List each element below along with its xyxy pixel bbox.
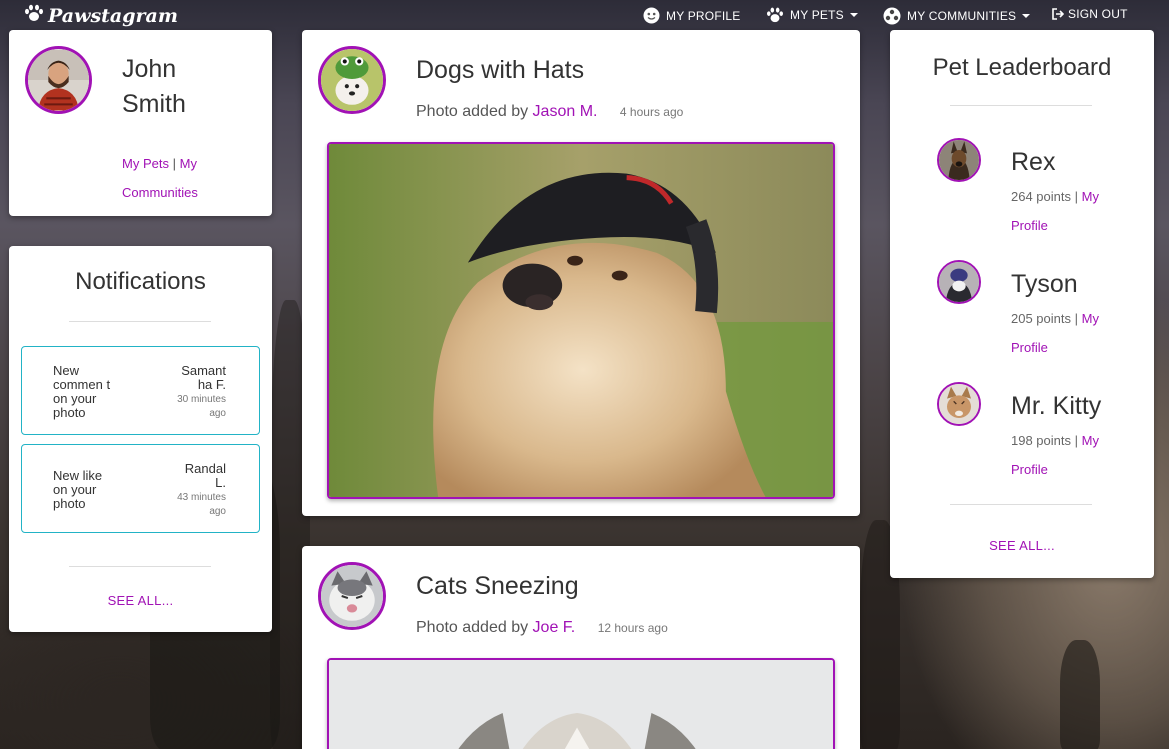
- post-meta: Photo added by Joe F. 12 hours ago: [416, 619, 668, 637]
- pet-points: 205 points | My Profile: [1011, 304, 1121, 362]
- profile-first-name: John: [122, 55, 177, 83]
- notification-message: New commen t on your photo: [53, 363, 111, 420]
- divider: [950, 105, 1092, 106]
- pet-points-value: 205 points: [1011, 311, 1071, 326]
- nav-my-pets-label: MY PETS: [790, 8, 844, 22]
- notification-user: Randal L.: [184, 461, 226, 490]
- profile-links: My Pets | My Communities: [122, 149, 242, 207]
- smiley-icon: [643, 7, 660, 24]
- pet-name: Rex: [1011, 148, 1056, 176]
- profile-name: John Smith: [122, 52, 186, 122]
- pet-profile-link-part1: My: [1081, 189, 1099, 204]
- nav-sign-out[interactable]: SIGN OUT: [1052, 7, 1128, 21]
- leaderboard-see-all-link[interactable]: SEE ALL...: [890, 538, 1154, 553]
- pet-avatar[interactable]: [937, 260, 981, 304]
- post-author-link[interactable]: Jason M.: [533, 103, 598, 120]
- post-author-avatar[interactable]: [318, 46, 386, 114]
- user-avatar[interactable]: [25, 46, 92, 114]
- leaderboard-item: Mr. Kitty 198 points | My Profile: [890, 382, 1154, 492]
- brand-name: Pawstagram: [48, 4, 178, 27]
- profile-last-name: Smith: [122, 90, 186, 118]
- notifications-see-all-link[interactable]: SEE ALL...: [9, 593, 272, 608]
- my-pets-link[interactable]: My Pets: [122, 156, 169, 171]
- leaderboard-card: Pet Leaderboard Rex 264 points | My Prof…: [890, 30, 1154, 578]
- pet-points: 264 points | My Profile: [1011, 182, 1121, 240]
- navbar: Pawstagram MY PROFILE MY PETS MY COMMUNI…: [0, 0, 1169, 32]
- pet-profile-link-part1: My: [1081, 433, 1099, 448]
- leaderboard-item: Rex 264 points | My Profile: [890, 138, 1154, 248]
- post-photo[interactable]: [327, 142, 835, 499]
- my-communities-link-part1: My: [179, 156, 197, 171]
- community-icon: [883, 7, 901, 25]
- notifications-title: Notifications: [75, 268, 206, 295]
- post-card: Dogs with Hats Photo added by Jason M. 4…: [302, 30, 860, 516]
- post-title: Cats Sneezing: [416, 572, 579, 600]
- nav-my-profile-label: MY PROFILE: [666, 8, 741, 23]
- pet-profile-link-part2: Profile: [1011, 218, 1048, 233]
- notification-message: New like on your photo: [53, 468, 103, 511]
- post-author-link[interactable]: Joe F.: [533, 619, 576, 636]
- background-tree: [1060, 640, 1100, 749]
- leaderboard-item: Tyson 205 points | My Profile: [890, 260, 1154, 370]
- profile-card: John Smith My Pets | My Communities: [9, 30, 272, 216]
- nav-my-communities-label: MY COMMUNITIES: [907, 9, 1017, 23]
- divider: [950, 504, 1092, 505]
- pet-profile-link-part2: Profile: [1011, 340, 1048, 355]
- pet-points-value: 264 points: [1011, 189, 1071, 204]
- post-meta: Photo added by Jason M. 4 hours ago: [416, 103, 683, 121]
- notification-item[interactable]: New like on your photo Randal L. 43 minu…: [21, 444, 260, 533]
- link-separator: |: [1074, 311, 1079, 326]
- notification-time: 30 minutes ago: [177, 394, 226, 419]
- nav-my-communities[interactable]: MY COMMUNITIES: [883, 7, 1031, 25]
- divider: [69, 566, 211, 567]
- link-separator: |: [1074, 433, 1079, 448]
- pet-avatar[interactable]: [937, 382, 981, 426]
- link-separator: |: [1074, 189, 1079, 204]
- nav-sign-out-label: SIGN OUT: [1068, 7, 1128, 21]
- notification-time: 43 minutes ago: [177, 492, 226, 517]
- post-time: 4 hours ago: [619, 105, 684, 119]
- pet-points: 198 points | My Profile: [1011, 426, 1121, 484]
- post-meta-prefix: Photo added by: [416, 619, 529, 636]
- post-title: Dogs with Hats: [416, 56, 585, 84]
- pet-points-value: 198 points: [1011, 433, 1071, 448]
- post-meta-prefix: Photo added by: [416, 103, 529, 120]
- pet-profile-link-part1: My: [1081, 311, 1099, 326]
- pet-avatar[interactable]: [937, 138, 981, 182]
- post-photo[interactable]: [327, 658, 835, 749]
- link-separator: |: [172, 156, 176, 171]
- post-author-avatar[interactable]: [318, 562, 386, 630]
- notifications-card: Notifications New commen t on your photo…: [9, 246, 272, 632]
- my-communities-link-part2: Communities: [122, 185, 198, 200]
- notification-item[interactable]: New commen t on your photo Samant ha F. …: [21, 346, 260, 435]
- sign-out-icon: [1052, 8, 1064, 20]
- brand-logo[interactable]: Pawstagram: [24, 4, 178, 27]
- divider: [69, 321, 211, 322]
- paw-icon: [766, 7, 784, 23]
- post-time: 12 hours ago: [597, 621, 668, 635]
- nav-my-pets[interactable]: MY PETS: [766, 7, 858, 23]
- notification-user: Samant ha F.: [181, 363, 226, 392]
- pet-profile-link-part2: Profile: [1011, 462, 1048, 477]
- post-card: Cats Sneezing Photo added by Joe F. 12 h…: [302, 546, 860, 749]
- caret-down-icon: [849, 13, 858, 17]
- nav-my-profile[interactable]: MY PROFILE: [643, 7, 740, 24]
- caret-down-icon: [1022, 14, 1031, 18]
- pet-name: Mr. Kitty: [1011, 392, 1102, 420]
- pet-name: Tyson: [1011, 270, 1078, 298]
- leaderboard-title: Pet Leaderboard: [932, 54, 1112, 81]
- paw-icon: [24, 4, 48, 27]
